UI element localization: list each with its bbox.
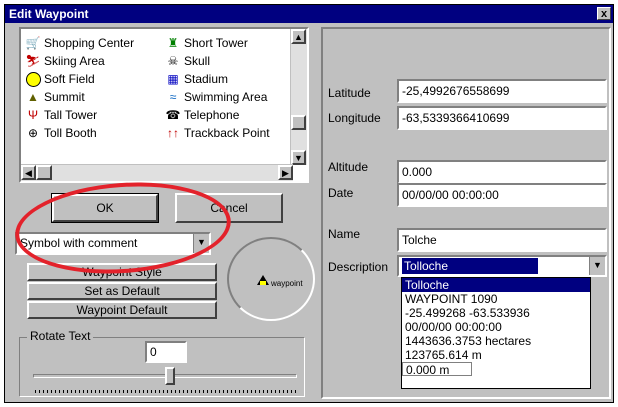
scroll-thumb[interactable] [291,115,306,130]
symbol-item[interactable]: ⊕ Toll Booth [25,125,97,142]
description-option[interactable]: -25.499268 -63.533936 [402,306,590,320]
set-as-default-button[interactable]: Set as Default [27,282,217,300]
description-label: Description [328,260,389,274]
waypoint-preview-dot [260,281,266,285]
title-bar: Edit Waypoint x [5,5,613,23]
soft-field-icon [25,71,41,88]
date-input[interactable]: 00/00/00 00:00:00 [397,183,607,207]
symbol-item[interactable]: ☎ Telephone [165,107,240,124]
name-label: Name [328,227,361,241]
skier-icon: ⛷ [25,54,41,68]
description-value: Tolloche [402,258,539,274]
description-dropdown-list[interactable]: Tolloche WAYPOINT 1090 -25.499268 -63.53… [401,277,591,389]
summit-icon: ▲ [27,90,39,104]
name-input[interactable]: Tolche [397,228,607,252]
latitude-input[interactable]: -25,4992676558699 [397,79,607,103]
window-title: Edit Waypoint [9,7,89,21]
symbol-item[interactable]: Soft Field [25,71,95,88]
tall-tower-icon: Ψ [27,108,39,122]
description-option[interactable]: Tolloche [402,278,590,292]
symbol-item[interactable]: ☠ Skull [165,53,210,70]
toll-booth-icon: ⊕ [27,126,39,140]
close-button[interactable]: x [597,7,611,20]
waypoint-preview: waypoint [227,237,315,321]
description-option[interactable]: WAYPOINT 1090 [402,292,590,306]
longitude-label: Longitude [328,111,381,125]
symbol-list-vertical-scrollbar[interactable]: ▲ ▼ [290,29,307,165]
rotate-text-slider-thumb[interactable] [165,367,175,385]
scroll-up-button[interactable]: ▲ [291,29,306,44]
symbol-item[interactable]: Ψ Tall Tower [25,107,97,124]
altitude-label: Altitude [328,160,369,174]
symbol-item[interactable]: ▦ Stadium [165,71,228,88]
latitude-label: Latitude [328,86,371,100]
scroll-right-button[interactable]: ▶ [278,165,293,180]
symbol-item[interactable]: ▲ Summit [25,89,85,106]
symbol-item[interactable]: ⛷ Skiing Area [25,53,104,70]
skull-icon: ☠ [167,54,179,68]
waypoint-preview-label: waypoint [271,279,303,288]
symbol-list[interactable]: 🛒 Shopping Center ♜ Short Tower ⛷ Skiing Ar… [19,27,309,183]
scroll-down-button[interactable]: ▼ [291,150,306,165]
waypoint-default-button[interactable]: Waypoint Default [27,301,217,319]
tower-icon: ♜ [167,36,179,50]
symbol-item[interactable]: ♜ Short Tower [165,35,248,52]
symbol-list-horizontal-scrollbar[interactable]: ◀ ▶ [21,164,293,181]
shopping-cart-icon: 🛒 [25,36,41,50]
symbol-item[interactable]: ≈ Swimming Area [165,89,268,106]
scroll-left-button[interactable]: ◀ [21,165,36,180]
symbol-item[interactable]: ↑↑ Trackback Point [165,125,270,142]
date-label: Date [328,186,354,200]
rotate-text-label: Rotate Text [27,329,94,343]
trackback-icon: ↑↑ [167,126,179,140]
edit-waypoint-dialog: Edit Waypoint x 🛒 Shopping Center ♜ Short … [4,4,614,403]
swimmer-icon: ≈ [169,90,177,104]
description-option[interactable]: 0.000 m [402,362,472,377]
description-select[interactable]: Tolloche ▼ [397,255,607,277]
description-option[interactable]: 123765.614 m [402,348,590,362]
rotate-text-slider-ticks [35,390,297,393]
rotate-text-input[interactable]: 0 [145,341,187,363]
altitude-input[interactable]: 0.000 [397,160,607,184]
scroll-thumb-horizontal[interactable] [36,165,52,180]
description-option[interactable]: 00/00/00 00:00:00 [402,320,590,334]
symbol-list-partial-row [25,23,295,33]
longitude-input[interactable]: -63,5339366410699 [397,106,607,130]
stadium-icon: ▦ [167,72,179,86]
telephone-icon: ☎ [165,108,181,122]
chevron-down-icon[interactable]: ▼ [589,257,605,275]
symbol-item[interactable]: 🛒 Shopping Center [25,35,135,52]
description-option[interactable]: 1443636.3753 hectares [402,334,590,348]
